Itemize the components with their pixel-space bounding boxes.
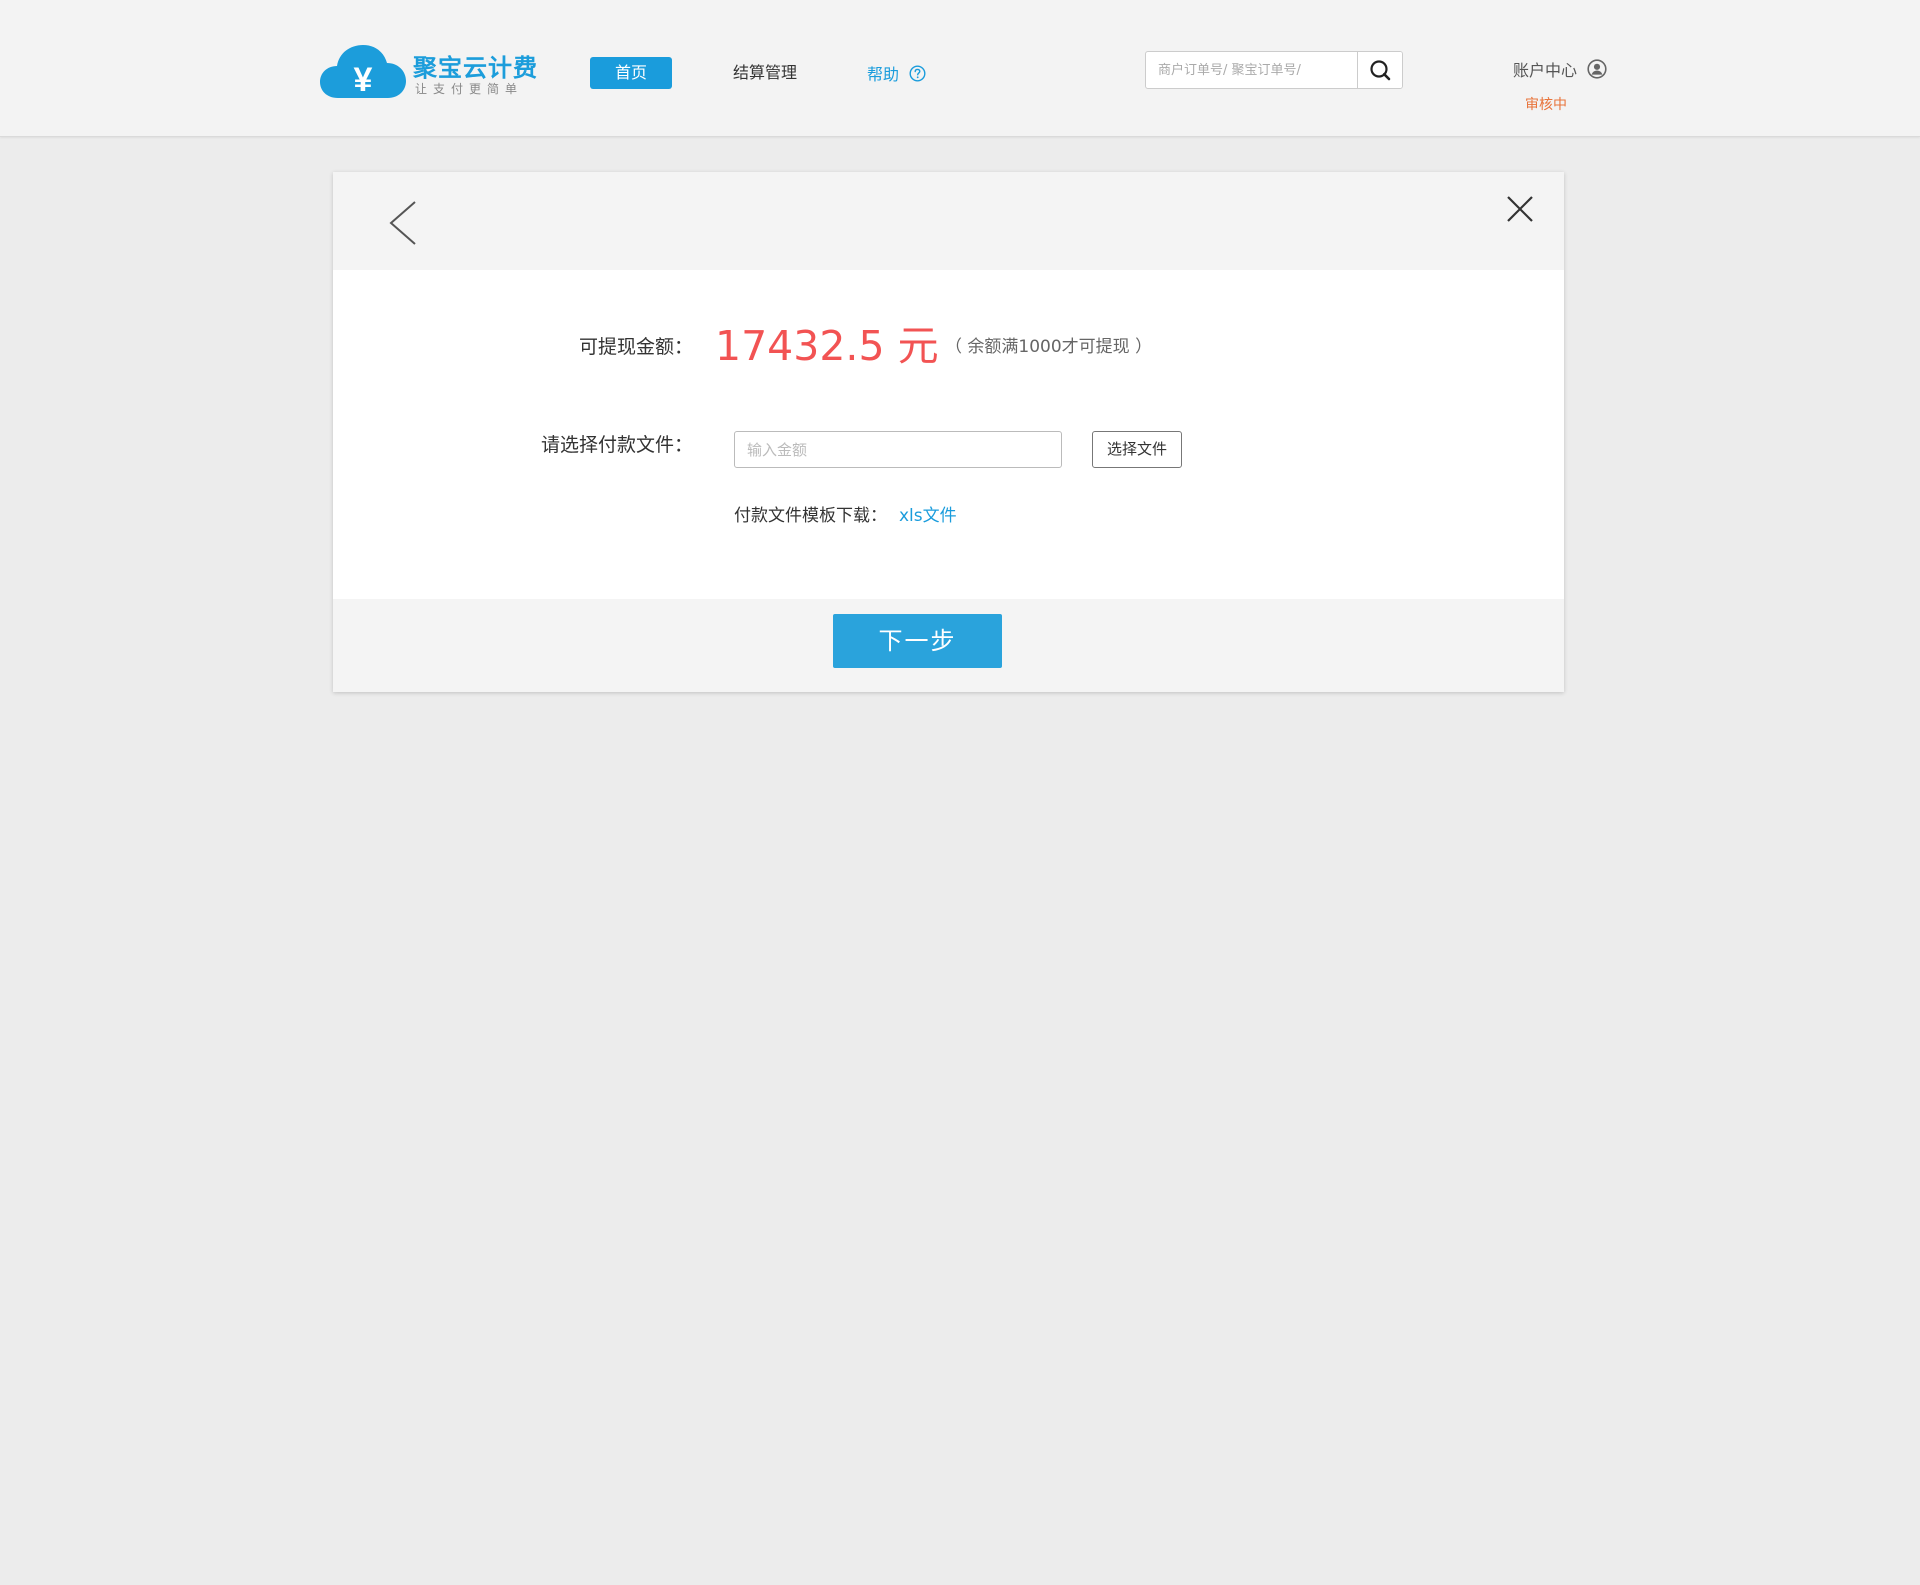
question-circle-icon (909, 64, 926, 82)
brand-slogan: 让支付更简单 (415, 82, 524, 96)
search-input[interactable] (1146, 52, 1357, 88)
account-center-label: 账户中心 (1513, 61, 1578, 80)
close-icon[interactable] (1503, 192, 1537, 226)
account-status-badge: 审核中 (1525, 97, 1567, 113)
withdrawable-amount-label: 可提现金额： (578, 336, 693, 358)
user-icon (1587, 59, 1607, 79)
template-download-row: 付款文件模板下载： xls文件 (734, 502, 957, 530)
top-header: ¥ 聚宝云计费 让支付更简单 首页 结算管理 帮助 账户中心 审核中 (0, 0, 1920, 137)
search-icon (1370, 60, 1391, 81)
nav-settlement-tab[interactable]: 结算管理 (733, 60, 797, 86)
payment-file-label: 请选择付款文件： (540, 434, 693, 456)
back-arrow-icon[interactable] (383, 198, 423, 248)
nav-help-link[interactable]: 帮助 (867, 59, 926, 87)
nav-home-tab[interactable]: 首页 (590, 57, 672, 89)
dialog-header (333, 172, 1564, 270)
withdrawable-amount-value: 17432.5 元 (715, 322, 939, 370)
cloud-yen-icon: ¥ (320, 45, 406, 99)
template-download-label: 付款文件模板下载： (734, 506, 887, 526)
withdraw-threshold-note: （ 余额满1000才可提现 ） (945, 337, 1153, 357)
svg-text:¥: ¥ (354, 61, 373, 99)
choose-file-button[interactable]: 选择文件 (1092, 431, 1182, 468)
account-center-link[interactable]: 账户中心 (1513, 57, 1607, 81)
nav-help-label: 帮助 (867, 65, 900, 84)
next-step-button[interactable]: 下一步 (833, 614, 1002, 668)
search-box (1145, 51, 1403, 89)
brand-logo[interactable]: ¥ 聚宝云计费 让支付更简单 (320, 42, 537, 102)
withdraw-dialog: 可提现金额： 17432.5 元 （ 余额满1000才可提现 ） 请选择付款文件… (333, 172, 1564, 692)
xls-template-link[interactable]: xls文件 (899, 506, 957, 526)
search-button[interactable] (1357, 52, 1402, 88)
dialog-footer: 下一步 (333, 599, 1564, 692)
brand-title: 聚宝云计费 (413, 54, 538, 82)
amount-input[interactable] (734, 431, 1062, 468)
